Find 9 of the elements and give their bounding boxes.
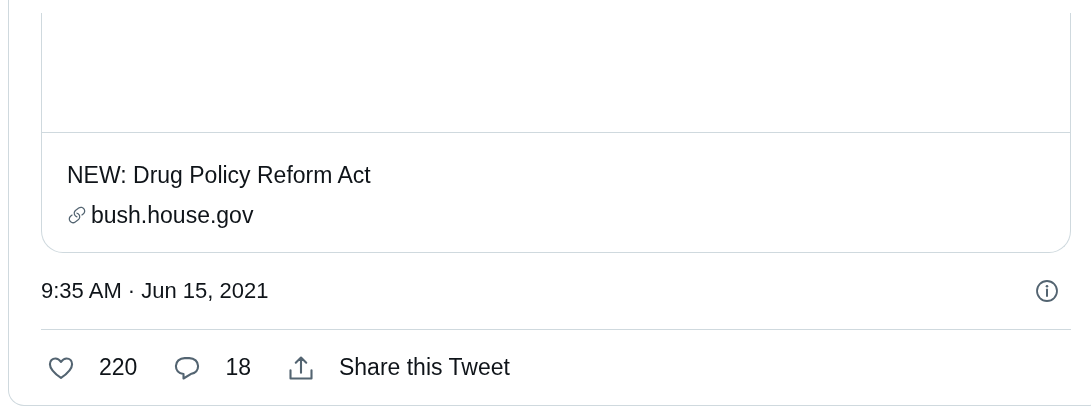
- share-link[interactable]: Share this Tweet: [338, 354, 510, 381]
- link-preview-card[interactable]: NEW: Drug Policy Reform Act bush.house.gov: [41, 13, 1071, 253]
- link-domain[interactable]: bush.house.gov: [91, 200, 254, 230]
- reply-count[interactable]: 18: [225, 354, 251, 381]
- like-count[interactable]: 220: [99, 354, 138, 381]
- link-title: NEW: Drug Policy Reform Act: [67, 161, 372, 190]
- tweet-timestamp[interactable]: 9:35 AM · Jun 15, 2021: [41, 278, 269, 304]
- link-icon: [67, 205, 87, 225]
- info-icon[interactable]: [1035, 279, 1059, 303]
